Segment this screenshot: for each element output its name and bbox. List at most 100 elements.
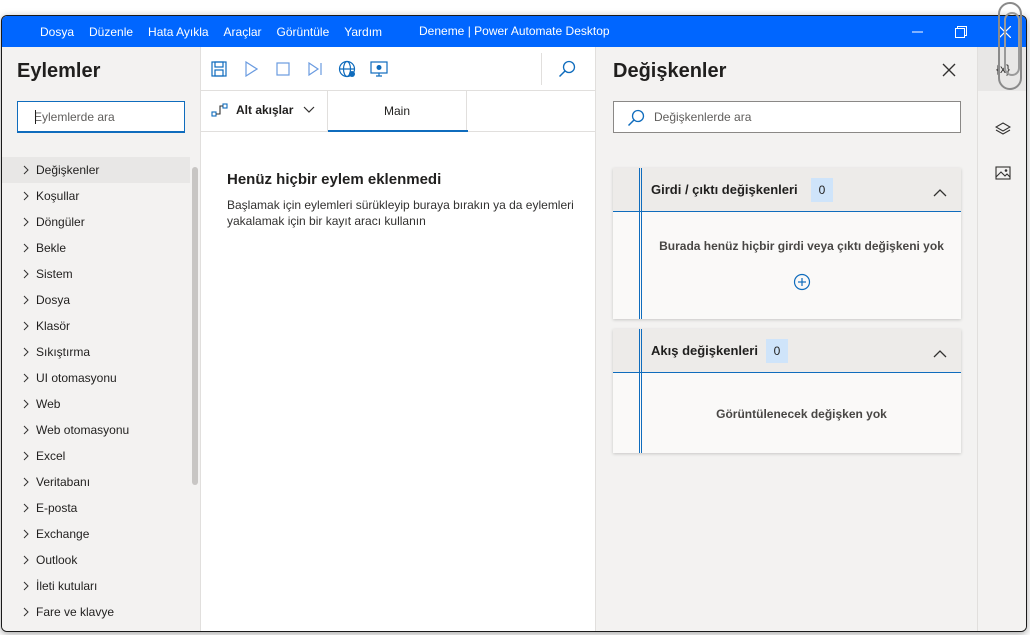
action-category-label: Web (36, 397, 61, 411)
menu-bar: Dosya Düzenle Hata Ayıkla Araçlar Görünt… (40, 25, 397, 39)
io-variables-count-badge: 0 (811, 178, 833, 202)
variables-search-placeholder: Değişkenlerde ara (654, 110, 752, 124)
io-variables-title: Girdi / çıktı değişkenleri (651, 182, 798, 197)
actions-panel: Eylemler Eylemlerde ara Değişkenler Koşu… (2, 47, 201, 631)
run-next-action-button[interactable] (305, 59, 325, 79)
add-io-variable-button[interactable] (793, 273, 811, 296)
run-button[interactable] (241, 59, 261, 79)
search-flow-button[interactable] (557, 59, 577, 79)
action-category-label: Döngüler (36, 215, 85, 229)
action-category[interactable]: İleti kutuları (2, 573, 201, 599)
search-icon (558, 60, 576, 78)
title-bar: Dosya Düzenle Hata Ayıkla Araçlar Görünt… (2, 16, 1026, 47)
action-category[interactable]: Klasör (2, 313, 201, 339)
variables-search-input[interactable]: Değişkenlerde ara (613, 101, 961, 133)
action-category[interactable]: Döngüler (2, 209, 201, 235)
window-title: Deneme | Power Automate Desktop (419, 24, 610, 38)
chevron-right-icon (22, 425, 36, 435)
action-category-label: Sistem (36, 267, 73, 281)
save-button[interactable] (209, 59, 229, 79)
chevron-right-icon (22, 477, 36, 487)
chevron-right-icon (22, 243, 36, 253)
action-category-list: Değişkenler Koşullar Döngüler Bekle Sist… (2, 157, 201, 625)
action-category-label: İleti kutuları (36, 579, 98, 593)
empty-canvas-description: Başlamak için eylemleri sürükleyip buray… (227, 198, 574, 228)
chevron-right-icon (22, 295, 36, 305)
action-category-label: Bekle (36, 241, 67, 255)
subflows-dropdown[interactable]: Alt akışlar (211, 103, 315, 117)
ui-elements-rail-button[interactable] (978, 107, 1026, 151)
restore-icon (955, 25, 967, 38)
web-recorder-button[interactable] (337, 59, 357, 79)
minimize-icon (911, 31, 923, 33)
collapse-io-button[interactable] (933, 184, 947, 202)
chevron-right-icon (22, 321, 36, 331)
action-category[interactable]: Web otomasyonu (2, 417, 201, 443)
action-category[interactable]: Excel (2, 443, 201, 469)
action-category-label: Exchange (36, 527, 90, 541)
right-side-rail: {x} (977, 47, 1026, 631)
menu-debug[interactable]: Hata Ayıkla (148, 25, 208, 39)
chevron-right-icon (22, 581, 36, 591)
menu-help[interactable]: Yardım (344, 25, 382, 39)
chevron-down-icon (303, 106, 315, 113)
action-category[interactable]: Outlook (2, 547, 201, 573)
section-rail (639, 329, 642, 453)
chevron-right-icon (22, 165, 36, 175)
paperclip-icon (998, 2, 1022, 90)
tab-main[interactable]: Main (327, 91, 468, 132)
action-category[interactable]: Web (2, 391, 201, 417)
app-window: Dosya Düzenle Hata Ayıkla Araçlar Görünt… (1, 15, 1027, 632)
designer-toolbar (201, 47, 596, 91)
chevron-right-icon (22, 191, 36, 201)
io-variables-empty-text: Burada henüz hiçbir girdi veya çıktı değ… (659, 239, 944, 253)
menu-view[interactable]: Görüntüle (277, 25, 330, 39)
action-category-label: Veritabanı (36, 475, 91, 489)
action-category[interactable]: Bekle (2, 235, 201, 261)
action-category[interactable]: Exchange (2, 521, 201, 547)
empty-canvas-title: Henüz hiçbir eylem eklenmedi (227, 171, 442, 188)
plus-circle-icon (793, 273, 811, 291)
collapse-flow-button[interactable] (933, 345, 947, 363)
flow-variables-title: Akış değişkenleri (651, 343, 758, 358)
action-category[interactable]: E-posta (2, 495, 201, 521)
menu-edit[interactable]: Düzenle (89, 25, 133, 39)
action-category[interactable]: Fare ve klavye (2, 599, 201, 625)
chevron-up-icon (933, 350, 947, 358)
chevron-right-icon (22, 555, 36, 565)
desktop-recorder-button[interactable] (369, 59, 389, 79)
restore-button[interactable] (938, 16, 984, 47)
chevron-right-icon (22, 217, 36, 227)
action-category-label: UI otomasyonu (36, 371, 117, 385)
stop-button[interactable] (273, 59, 293, 79)
text-caret (35, 110, 36, 124)
toolbar-divider (541, 53, 542, 85)
action-category[interactable]: UI otomasyonu (2, 365, 201, 391)
action-category[interactable]: Koşullar (2, 183, 201, 209)
action-category[interactable]: Veritabanı (2, 469, 201, 495)
action-category[interactable]: Dosya (2, 287, 201, 313)
action-category[interactable]: Değişkenler (2, 157, 190, 183)
action-category-label: Klasör (36, 319, 71, 333)
chevron-right-icon (22, 451, 36, 461)
subflow-icon (211, 103, 228, 117)
flow-variables-section: Akış değişkenleri 0 Görüntülenecek değiş… (613, 329, 961, 453)
close-icon (942, 63, 956, 77)
minimize-button[interactable] (894, 16, 940, 47)
close-variables-button[interactable] (942, 63, 958, 79)
io-variables-section: Girdi / çıktı değişkenleri 0 Burada henü… (613, 168, 961, 319)
actions-scrollbar[interactable] (192, 167, 198, 485)
menu-file[interactable]: Dosya (40, 25, 74, 39)
images-rail-button[interactable] (978, 151, 1026, 195)
menu-tools[interactable]: Araçlar (224, 25, 262, 39)
subflow-tabs: Alt akışlar Main (201, 91, 596, 132)
save-icon (211, 61, 227, 77)
step-icon (308, 61, 322, 77)
action-category-label: E-posta (36, 501, 78, 515)
actions-search-input[interactable]: Eylemlerde ara (17, 101, 185, 133)
action-category[interactable]: Sıkıştırma (2, 339, 201, 365)
action-category[interactable]: Sistem (2, 261, 201, 287)
flow-variables-count-badge: 0 (766, 339, 788, 363)
tab-main-label: Main (383, 104, 410, 118)
chevron-right-icon (22, 529, 36, 539)
